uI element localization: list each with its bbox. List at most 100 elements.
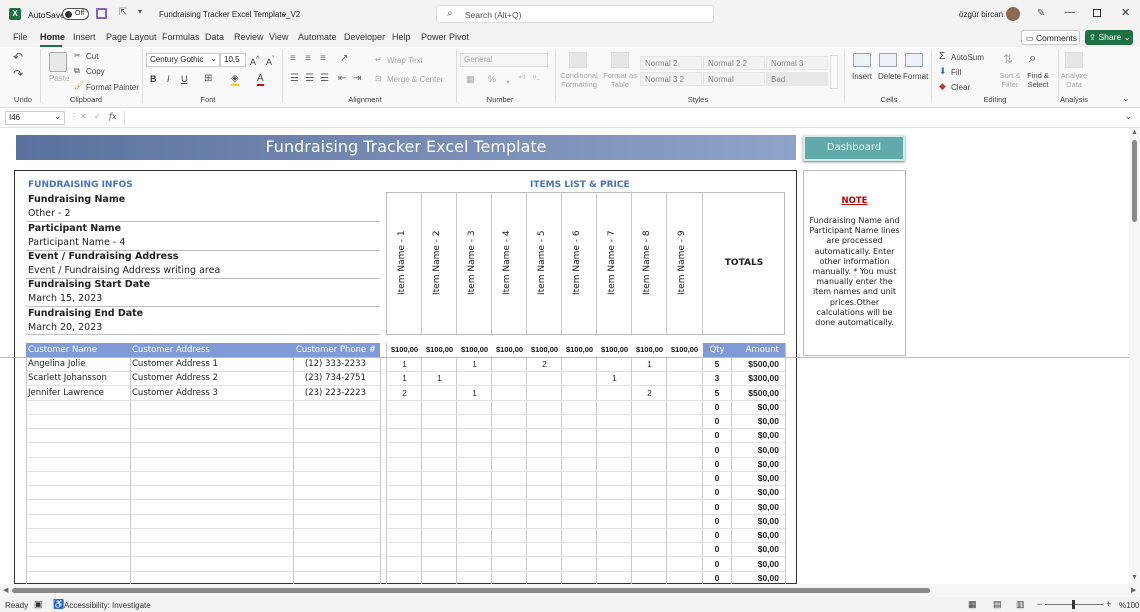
item-price-2[interactable]: $100,00 [422, 345, 457, 354]
scroll-left-icon[interactable]: ◀ [3, 586, 8, 594]
quick-access-dropdown-icon[interactable]: ▾ [138, 7, 142, 16]
font-size-select[interactable]: 10,5 [220, 53, 246, 67]
accessibility-status[interactable]: Accessibility: Investigate [64, 601, 151, 610]
share-button[interactable]: ⇪ Share ⌄ [1085, 30, 1133, 45]
end-date-value[interactable]: March 20, 2023 [28, 322, 102, 333]
insert-cells-button[interactable]: Insert [852, 72, 872, 81]
item-price-9[interactable]: $100,00 [667, 345, 702, 354]
borders-icon[interactable]: ⊞ [204, 73, 212, 84]
customer-address[interactable]: Customer Address 1 [132, 359, 218, 369]
item-qty-cell[interactable]: 1 [457, 359, 492, 369]
close-icon[interactable]: ✕ [1121, 6, 1130, 19]
conditional-formatting-button[interactable]: Conditional Formatting [558, 71, 600, 89]
sort-filter-button[interactable]: Sort & Filter [996, 71, 1024, 89]
comments-button[interactable]: ▭ Comments [1021, 30, 1080, 45]
search-box[interactable]: ⌕ Search (Alt+Q) [436, 5, 714, 23]
paste-label[interactable]: Paste [49, 74, 69, 83]
customer-phone[interactable]: (12) 333-2233 [296, 359, 366, 369]
clear-button[interactable]: Clear [951, 83, 970, 92]
increase-decimal-icon[interactable]: ⁺⁰ [518, 74, 525, 83]
item-name-7[interactable]: Item Name - 7 [607, 195, 621, 295]
item-qty-cell[interactable]: 1 [387, 359, 422, 369]
worksheet[interactable]: Fundraising Tracker Excel Template Dashb… [0, 128, 1129, 584]
item-price-4[interactable]: $100,00 [492, 345, 527, 354]
percent-icon[interactable]: % [488, 74, 496, 84]
user-name[interactable]: özgür bircan [959, 10, 1003, 19]
autosum-icon[interactable]: Σ [939, 51, 945, 62]
item-price-7[interactable]: $100,00 [597, 345, 632, 354]
horizontal-scroll-thumb[interactable] [12, 588, 930, 593]
indent-decrease-icon[interactable]: ⇤ [338, 73, 346, 84]
zoom-out-icon[interactable]: − [1037, 599, 1042, 609]
align-top-icon[interactable]: ≡ [290, 53, 296, 64]
item-price-6[interactable]: $100,00 [562, 345, 597, 354]
macro-record-icon[interactable]: ▣ [34, 599, 43, 610]
copy-button[interactable]: Copy [86, 67, 105, 76]
decrease-font-icon[interactable]: Aˇ [266, 54, 275, 67]
customer-address[interactable]: Customer Address 2 [132, 373, 218, 383]
item-price-5[interactable]: $100,00 [527, 345, 562, 354]
customer-name[interactable]: Angelina Jolie [28, 359, 86, 369]
style-normal-3[interactable]: Normal 3 [766, 56, 828, 70]
insert-function-icon[interactable]: fx [109, 112, 116, 121]
vertical-scrollbar[interactable]: ▲ ▼ [1129, 128, 1140, 584]
item-name-3[interactable]: Item Name - 3 [467, 195, 481, 295]
minimize-icon[interactable]: — [1065, 7, 1075, 18]
autosum-button[interactable]: AutoSum [951, 53, 984, 62]
underline-icon[interactable]: U [181, 74, 188, 84]
zoom-in-icon[interactable]: + [1106, 599, 1111, 609]
clear-icon[interactable]: ◆ [939, 81, 946, 92]
page-layout-view-icon[interactable]: ▤ [993, 599, 1002, 610]
customer-name[interactable]: Jennifer Lawrence [28, 388, 104, 398]
expand-formula-icon[interactable]: ⌄ [1125, 112, 1132, 121]
copy-icon[interactable]: ⧉ [74, 66, 80, 76]
customer-name[interactable]: Scarlett Johansson [28, 373, 107, 383]
tab-insert[interactable]: Insert [73, 32, 96, 42]
currency-icon[interactable]: ▦ [466, 74, 475, 85]
customer-address[interactable]: Customer Address 3 [132, 388, 218, 398]
item-qty-cell[interactable]: 1 [422, 373, 457, 383]
wrap-text-button[interactable]: Wrap Text [387, 56, 423, 65]
item-qty-cell[interactable]: 1 [597, 373, 632, 383]
item-name-4[interactable]: Item Name - 4 [502, 195, 516, 295]
cut-button[interactable]: Cut [86, 52, 98, 61]
tab-file[interactable]: File [13, 32, 28, 42]
page-break-view-icon[interactable]: ▥ [1016, 599, 1025, 610]
confirm-formula-icon[interactable]: ✓ [94, 112, 101, 121]
style-normal[interactable]: Normal [703, 72, 765, 86]
increase-font-icon[interactable]: A^ [250, 54, 260, 67]
participant-name-value[interactable]: Participant Name - 4 [28, 237, 125, 248]
start-date-value[interactable]: March 15, 2023 [28, 293, 102, 304]
italic-icon[interactable]: I [167, 74, 170, 84]
format-cells-button[interactable]: Format [903, 72, 928, 81]
zoom-level[interactable]: %100 [1119, 601, 1139, 610]
item-name-1[interactable]: Item Name - 1 [397, 195, 411, 295]
analyze-data-button[interactable]: Analyze Data [1060, 71, 1088, 89]
style-bad[interactable]: Bad [766, 72, 828, 86]
item-price-1[interactable]: $100,00 [387, 345, 422, 354]
analyze-data-icon[interactable] [1065, 52, 1083, 68]
format-painter-button[interactable]: Format Painter [86, 83, 139, 92]
tab-automate[interactable]: Automate [298, 32, 337, 42]
tab-formulas[interactable]: Formulas [162, 32, 200, 42]
pointer-icon[interactable]: ⇱ [119, 7, 127, 18]
scroll-down-icon[interactable]: ▼ [1131, 574, 1138, 581]
document-title[interactable]: Fundraising Tracker Excel Template_V2 [159, 10, 300, 19]
horizontal-scrollbar[interactable]: ◀ ▶ [0, 584, 1140, 597]
align-right-icon[interactable]: ☰ [320, 73, 329, 84]
collapse-ribbon-icon[interactable]: ⌄ [1122, 93, 1130, 104]
tab-review[interactable]: Review [234, 32, 264, 42]
item-name-6[interactable]: Item Name - 6 [572, 195, 586, 295]
undo-icon[interactable]: ↶ [13, 50, 23, 64]
vertical-scroll-thumb[interactable] [1132, 140, 1137, 222]
cancel-formula-icon[interactable]: ✕ [80, 112, 87, 121]
item-price-3[interactable]: $100,00 [457, 345, 492, 354]
orientation-icon[interactable]: ↗ [340, 53, 348, 64]
customer-phone[interactable]: (23) 734-2751 [296, 373, 366, 383]
align-center-icon[interactable]: ☰ [305, 73, 314, 84]
name-box[interactable]: I46 ⌄ [5, 111, 65, 125]
item-qty-cell[interactable]: 2 [527, 359, 562, 369]
tab-developer[interactable]: Developer [344, 32, 385, 42]
formula-more-icon[interactable]: ⋮ [70, 112, 78, 121]
font-name-select[interactable]: Century Gothic ⌄ [146, 53, 220, 67]
